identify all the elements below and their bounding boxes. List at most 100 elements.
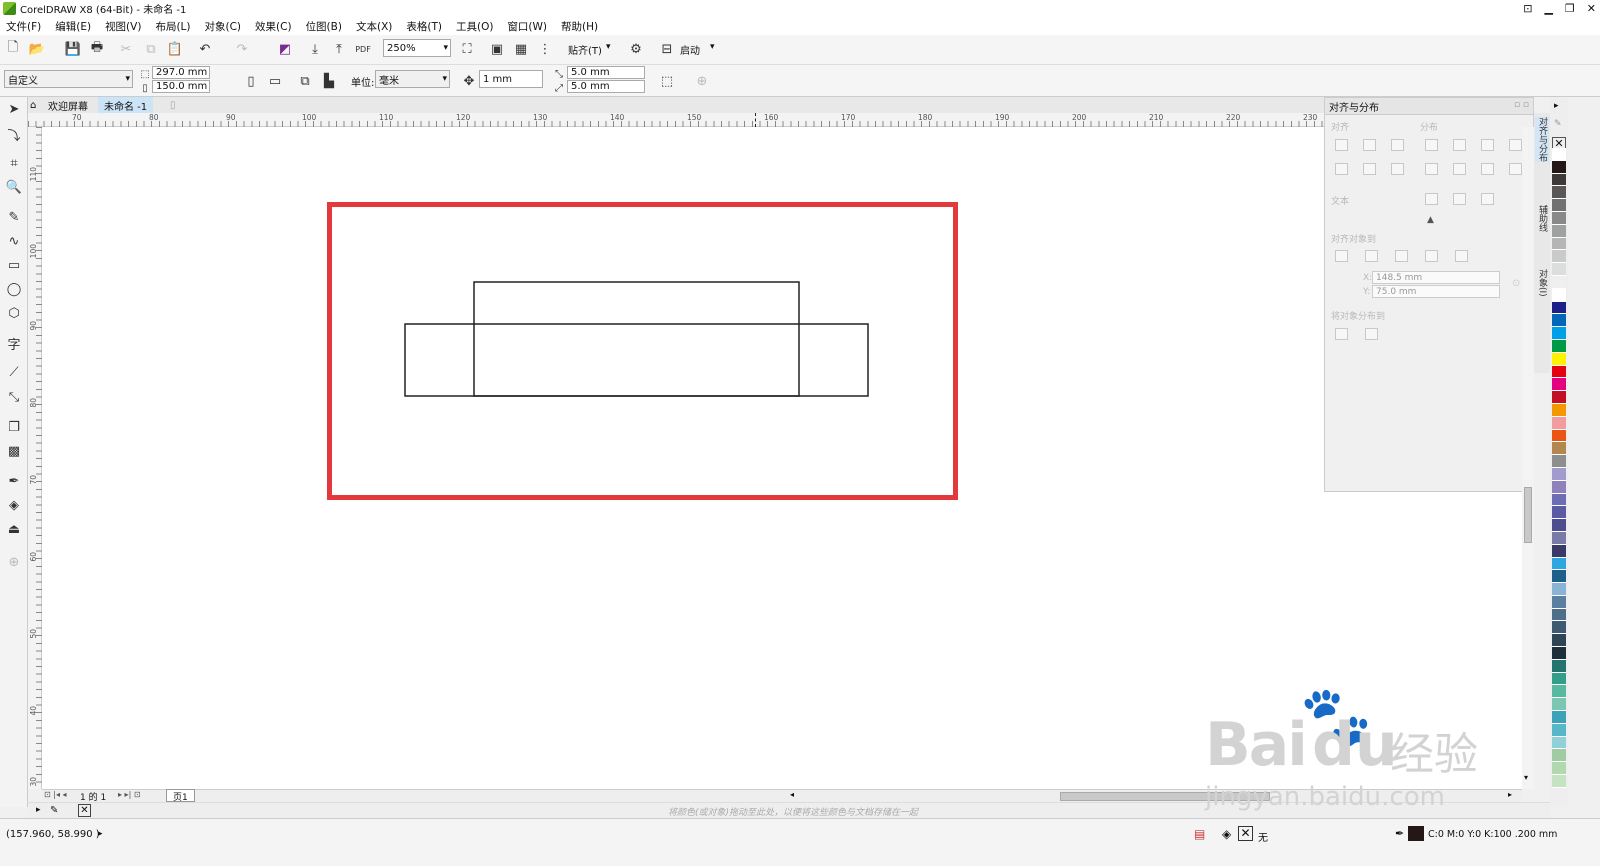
distribute-middle-icon[interactable]: [1453, 163, 1466, 175]
palette-swatch[interactable]: [1552, 557, 1566, 571]
launch-dropdown[interactable]: 启动: [680, 42, 700, 57]
all-pages-icon[interactable]: ⧉: [297, 73, 313, 89]
copy-icon[interactable]: ⧉: [143, 41, 159, 57]
palette-swatch[interactable]: [1552, 250, 1566, 264]
drop-shadow-tool-icon[interactable]: ❐: [6, 419, 22, 435]
palette-swatch[interactable]: [1552, 531, 1566, 545]
snap-to-dropdown[interactable]: 贴齐(T): [568, 42, 602, 57]
text-first-line-icon[interactable]: [1425, 193, 1438, 205]
shape-tool-icon[interactable]: ⤵: [6, 126, 22, 144]
palette-swatch[interactable]: [1552, 339, 1566, 353]
align-center-v-icon[interactable]: [1363, 163, 1376, 175]
launch-chevron-icon[interactable]: ▾: [710, 42, 715, 52]
distribute-vspacing-icon[interactable]: [1481, 163, 1494, 175]
options-gear-icon[interactable]: ⚙: [628, 41, 644, 57]
align-point-y-input[interactable]: 75.0 mm: [1372, 285, 1500, 298]
palette-swatch[interactable]: [1552, 186, 1566, 200]
palette-swatch[interactable]: [1552, 160, 1566, 174]
align-to-grid-icon[interactable]: [1425, 250, 1438, 262]
fill-bucket-icon[interactable]: ◈: [1222, 827, 1231, 841]
menu-object[interactable]: 对象(C): [205, 19, 250, 34]
align-bottom-icon[interactable]: [1391, 163, 1404, 175]
palette-swatch[interactable]: [1552, 416, 1566, 430]
page-width-input[interactable]: 297.0 mm: [152, 66, 210, 79]
align-point-x-input[interactable]: 148.5 mm: [1372, 271, 1500, 284]
palette-swatch[interactable]: [1552, 173, 1566, 187]
tab-page-1[interactable]: 页1: [166, 789, 195, 803]
page-preset-select[interactable]: 自定义: [4, 70, 133, 88]
export-icon[interactable]: ⤒: [331, 41, 347, 57]
tab-objects[interactable]: 对象(I): [1535, 269, 1549, 297]
palette-swatch[interactable]: [1552, 288, 1566, 302]
zoom-tool-icon[interactable]: 🔍: [6, 179, 22, 195]
palette-swatch[interactable]: [1552, 467, 1566, 481]
palette-swatch[interactable]: [1552, 775, 1566, 788]
zoom-level-select[interactable]: 250%: [383, 39, 451, 57]
publish-pdf-icon[interactable]: PDF: [355, 41, 371, 57]
distribute-to-selection-icon[interactable]: [1335, 328, 1348, 340]
tab-align-distribute[interactable]: 对齐与分布: [1535, 117, 1549, 162]
palette-swatch[interactable]: [1552, 275, 1566, 289]
duplicate-y-input[interactable]: 5.0 mm: [567, 80, 645, 93]
palette-swatch[interactable]: [1552, 672, 1566, 686]
show-guidelines-icon[interactable]: ⋮: [537, 41, 553, 57]
palette-swatch[interactable]: [1552, 263, 1566, 276]
distribute-bottom-icon[interactable]: [1509, 163, 1522, 175]
scroll-down-icon[interactable]: ▾: [1524, 773, 1528, 782]
snap-chevron-icon[interactable]: ▾: [606, 42, 611, 52]
print-icon[interactable]: 🖶: [89, 40, 105, 57]
distribute-spacing-icon[interactable]: [1481, 139, 1494, 151]
text-tool-icon[interactable]: 字: [6, 335, 22, 353]
text-bounding-box-icon[interactable]: [1481, 193, 1494, 205]
distribute-top-icon[interactable]: [1425, 163, 1438, 175]
menu-text[interactable]: 文本(X): [356, 19, 400, 34]
page-nav-next-icon[interactable]: ▸ ▸| ⊡: [118, 790, 141, 799]
polygon-tool-icon[interactable]: ⬡: [6, 305, 22, 321]
freehand-tool-icon[interactable]: ✎: [6, 209, 22, 225]
unit-select[interactable]: 毫米: [375, 70, 450, 88]
palette-swatch[interactable]: [1552, 378, 1566, 392]
transparency-tool-icon[interactable]: ▩: [6, 443, 22, 459]
vertical-scroll-thumb[interactable]: [1524, 487, 1532, 543]
menu-tools[interactable]: 工具(O): [456, 19, 501, 34]
palette-swatch[interactable]: [1552, 621, 1566, 635]
palette-swatch[interactable]: [1552, 506, 1566, 520]
import-icon[interactable]: ⤓: [307, 41, 323, 57]
align-left-icon[interactable]: [1335, 139, 1348, 151]
new-tab-icon[interactable]: ▯: [164, 97, 182, 113]
duplicate-x-input[interactable]: 5.0 mm: [567, 66, 645, 79]
page-height-input[interactable]: 150.0 mm: [152, 80, 210, 93]
ellipse-tool-icon[interactable]: ◯: [6, 281, 22, 297]
docker-close-icon[interactable]: ▫ ▫: [1514, 100, 1529, 110]
palette-swatch[interactable]: [1552, 224, 1566, 238]
vertical-ruler[interactable]: 110 100 90 80 70 60 50 40 30: [28, 127, 42, 789]
portrait-icon[interactable]: ▯: [243, 73, 259, 89]
scroll-left-icon[interactable]: ◂: [790, 790, 794, 799]
palette-swatch[interactable]: [1552, 698, 1566, 712]
smart-fill-tool-icon[interactable]: ⏏: [6, 521, 22, 537]
palette-swatch[interactable]: [1552, 365, 1566, 379]
status-expand-icon[interactable]: ▸: [98, 829, 103, 839]
landscape-icon[interactable]: ▭: [267, 73, 283, 89]
menu-help[interactable]: 帮助(H): [561, 19, 606, 34]
menu-layout[interactable]: 布局(L): [155, 19, 198, 34]
palette-swatch[interactable]: [1552, 570, 1566, 584]
nudge-distance-input[interactable]: 1 mm: [479, 70, 543, 88]
palette-swatch[interactable]: [1552, 608, 1566, 622]
quick-customize-icon[interactable]: ⊕: [694, 73, 710, 89]
palette-swatch[interactable]: [1552, 301, 1566, 315]
doc-palette-arrow-icon[interactable]: ▸: [36, 805, 41, 815]
align-to-point-icon[interactable]: [1455, 250, 1468, 262]
palette-swatch[interactable]: [1552, 429, 1566, 443]
color-palette[interactable]: [1552, 148, 1566, 788]
crop-tool-icon[interactable]: ⌗: [6, 155, 22, 171]
palette-swatch[interactable]: [1552, 314, 1566, 328]
full-screen-icon[interactable]: ⛶: [459, 41, 475, 57]
vertical-scrollbar[interactable]: ▾: [1522, 127, 1534, 789]
palette-swatch[interactable]: [1552, 391, 1566, 404]
outline-pen-icon[interactable]: ✒: [1395, 827, 1404, 840]
treat-as-filled-icon[interactable]: ⬚: [659, 73, 675, 89]
palette-swatch[interactable]: [1552, 327, 1566, 340]
text-last-line-icon[interactable]: [1453, 193, 1466, 205]
current-page-icon[interactable]: ▙: [321, 73, 337, 89]
